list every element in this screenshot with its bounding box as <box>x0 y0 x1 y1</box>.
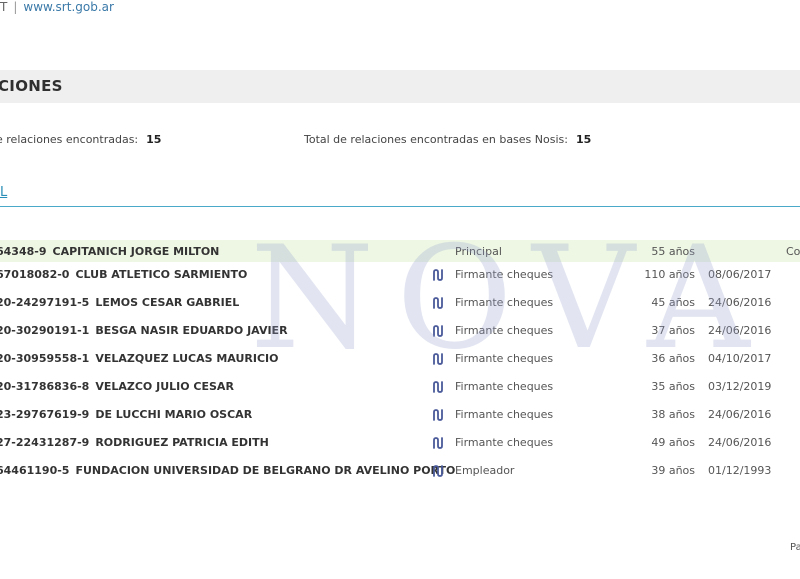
table-row[interactable]: 27-22431287-9 RODRIGUEZ PATRICIA EDITH Fir… <box>0 430 800 458</box>
row-date: 08/06/2017 <box>708 268 772 281</box>
row-relation: Principal <box>455 245 502 258</box>
row-date: 24/06/2016 <box>708 296 772 309</box>
nosis-n-icon[interactable] <box>432 325 444 337</box>
table-row[interactable]: 64461190-5 FUNDACION UNIVERSIDAD DE BELGR… <box>0 458 800 486</box>
row-age: 36 años <box>651 352 695 365</box>
row-relation: Firmante cheques <box>455 352 554 365</box>
row-age: 35 años <box>651 380 695 393</box>
row-name[interactable]: CAPITANICH JORGE MILTON <box>53 245 220 258</box>
srt-website-link[interactable]: www.srt.gob.ar <box>23 0 114 14</box>
relations-found-count: 15 <box>146 133 162 146</box>
row-relation: Firmante cheques <box>455 268 554 281</box>
row-cuit: 20-30290191-1 BESGA NASIR EDUARDO JAVIER <box>0 324 288 337</box>
top-separator: | <box>13 0 18 14</box>
row-name[interactable]: RODRIGUEZ PATRICIA EDITH <box>95 436 269 449</box>
nosis-n-icon[interactable] <box>432 353 444 365</box>
row-cuit: 20-31786836-8 VELAZCO JULIO CESAR <box>0 380 234 393</box>
row-age: 49 años <box>651 436 695 449</box>
relations-nosis-label: Total de relaciones encontradas en bases… <box>304 133 568 146</box>
row-cuit: 20-30959558-1 VELAZQUEZ LUCAS MAURICIO <box>0 352 279 365</box>
row-name[interactable]: LEMOS CESAR GABRIEL <box>95 296 239 309</box>
table-row[interactable]: 20-24297191-5 LEMOS CESAR GABRIEL Firmante… <box>0 290 800 318</box>
nosis-n-icon[interactable] <box>432 381 444 393</box>
row-date: 24/06/2016 <box>708 436 772 449</box>
tab-underline <box>0 206 800 207</box>
relations-found-summary: e relaciones encontradas: 15 <box>0 133 161 146</box>
nosis-n-icon[interactable] <box>432 465 444 477</box>
top-fragment: T <box>0 0 8 14</box>
section-header: CIONES <box>0 70 800 103</box>
row-cuit: 23-29767619-9 DE LUCCHI MARIO OSCAR <box>0 408 253 421</box>
row-date: 24/06/2016 <box>708 324 772 337</box>
row-cuit: 64348-9 CAPITANICH JORGE MILTON <box>0 245 220 258</box>
row-name[interactable]: CLUB ATLETICO SARMIENTO <box>75 268 247 281</box>
row-cuit: 67018082-0 CLUB ATLETICO SARMIENTO <box>0 268 248 281</box>
nosis-n-icon[interactable] <box>432 297 444 309</box>
table-row[interactable]: 64348-9 CAPITANICH JORGE MILTON Principal 5… <box>0 240 800 262</box>
row-relation: Empleador <box>455 464 515 477</box>
table-row[interactable]: 23-29767619-9 DE LUCCHI MARIO OSCAR Firman… <box>0 402 800 430</box>
table-row[interactable]: 67018082-0 CLUB ATLETICO SARMIENTO Firmant… <box>0 262 800 290</box>
row-age: 39 años <box>651 464 695 477</box>
row-name[interactable]: VELAZCO JULIO CESAR <box>95 380 234 393</box>
row-name[interactable]: BESGA NASIR EDUARDO JAVIER <box>95 324 287 337</box>
row-date: 24/06/2016 <box>708 408 772 421</box>
relations-nosis-summary: Total de relaciones encontradas en bases… <box>304 133 591 146</box>
table-row[interactable]: 20-30959558-1 VELAZQUEZ LUCAS MAURICIO Fir… <box>0 346 800 374</box>
row-relation: Firmante cheques <box>455 296 554 309</box>
row-extra: Co <box>786 245 800 258</box>
row-name[interactable]: DE LUCCHI MARIO OSCAR <box>95 408 252 421</box>
row-age: 45 años <box>651 296 695 309</box>
row-relation: Firmante cheques <box>455 324 554 337</box>
table-row[interactable]: 20-30290191-1 BESGA NASIR EDUARDO JAVIER F… <box>0 318 800 346</box>
relations-nosis-count: 15 <box>575 133 592 146</box>
nosis-n-icon[interactable] <box>432 269 444 281</box>
row-relation: Firmante cheques <box>455 408 554 421</box>
row-name[interactable]: VELAZQUEZ LUCAS MAURICIO <box>95 352 278 365</box>
nosis-n-icon[interactable] <box>432 409 444 421</box>
row-cuit: 27-22431287-9 RODRIGUEZ PATRICIA EDITH <box>0 436 269 449</box>
row-date: 03/12/2019 <box>708 380 772 393</box>
row-age: 110 años <box>644 268 695 281</box>
tab-link[interactable]: L <box>0 185 7 200</box>
row-relation: Firmante cheques <box>455 436 554 449</box>
row-relation: Firmante cheques <box>455 380 554 393</box>
row-age: 38 años <box>651 408 695 421</box>
table-row[interactable]: 20-31786836-8 VELAZCO JULIO CESAR Firmante… <box>0 374 800 402</box>
section-title: CIONES <box>0 77 63 95</box>
row-age: 55 años <box>651 245 695 258</box>
nosis-n-icon[interactable] <box>432 437 444 449</box>
page-corner-text: Pa <box>790 542 800 553</box>
top-links: T | www.srt.gob.ar <box>0 0 114 14</box>
row-date: 01/12/1993 <box>708 464 772 477</box>
relations-table: 64348-9 CAPITANICH JORGE MILTON Principal 5… <box>0 240 800 486</box>
row-age: 37 años <box>651 324 695 337</box>
row-date: 04/10/2017 <box>708 352 772 365</box>
row-name[interactable]: FUNDACION UNIVERSIDAD DE BELGRANO DR AVE… <box>75 464 455 477</box>
row-cuit: 20-24297191-5 LEMOS CESAR GABRIEL <box>0 296 240 309</box>
relations-found-label: e relaciones encontradas: <box>0 133 139 146</box>
row-cuit: 64461190-5 FUNDACION UNIVERSIDAD DE BELGR… <box>0 464 456 477</box>
